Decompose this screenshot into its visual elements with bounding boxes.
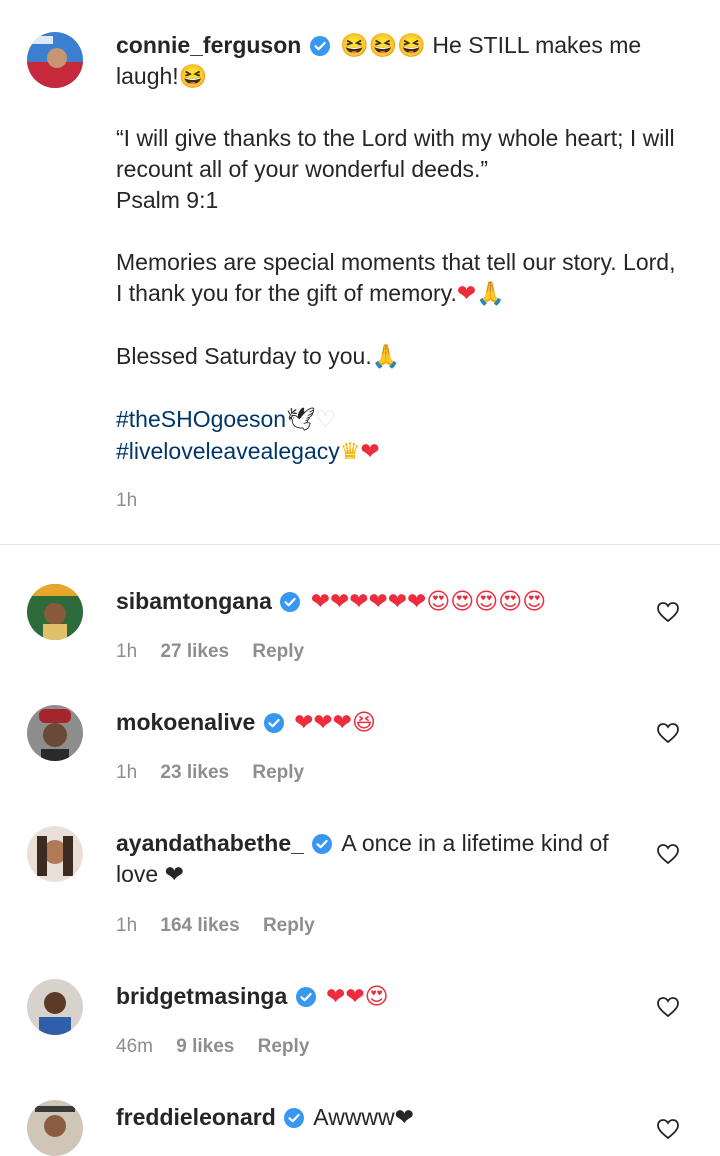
reply-button[interactable]: Reply (252, 641, 304, 662)
caption-memories: Memories are special moments that tell o… (116, 249, 676, 306)
comment-username[interactable]: ayandathabethe_ (116, 830, 304, 856)
comment-text: mokoenalive ❤❤❤😆 (116, 707, 636, 739)
avatar[interactable] (27, 979, 83, 1035)
comment-body: ❤❤❤😆 (294, 710, 376, 736)
comment-text: freddieleonard Awwww❤ (116, 1102, 636, 1133)
pray-emoji-icon: 🙏 (371, 344, 401, 370)
avatar[interactable] (27, 32, 83, 88)
like-heart-icon[interactable] (656, 600, 680, 624)
reply-button[interactable]: Reply (258, 1036, 310, 1057)
comment-username[interactable]: sibamtongana (116, 588, 272, 614)
post-username[interactable]: connie_ferguson (116, 32, 301, 58)
pray-emoji-icon: 🙏 (476, 281, 505, 307)
comment-body: Awwww❤ (313, 1104, 414, 1130)
caption-blessed: Blessed Saturday to you. (116, 343, 372, 369)
white-heart-emoji-icon: ♡ (315, 407, 336, 433)
reply-button[interactable]: Reply (252, 762, 304, 783)
comment-likes[interactable]: 23 likes (160, 762, 229, 783)
caption-quote: “I will give thanks to the Lord with my … (116, 125, 675, 182)
avatar[interactable] (27, 705, 83, 761)
comment-meta: 1h 23 likes Reply (116, 762, 322, 784)
post-meta: 1h (116, 490, 155, 512)
verified-badge-icon (284, 1108, 305, 1128)
verified-badge-icon (263, 713, 284, 733)
avatar[interactable] (27, 826, 83, 882)
dove-emoji-icon: 🕊 (286, 407, 316, 433)
comment-text: ayandathabethe_ A once in a lifetime kin… (116, 828, 636, 890)
like-heart-icon[interactable] (656, 721, 680, 745)
verified-badge-icon (309, 36, 330, 56)
like-heart-icon[interactable] (656, 842, 680, 866)
reply-button[interactable]: Reply (263, 915, 315, 936)
hashtag-link[interactable]: #liveloveleavealegacy (116, 438, 340, 464)
post-time: 1h (116, 490, 138, 511)
comment-text: bridgetmasinga ❤❤😍 (116, 981, 636, 1013)
crown-emoji-icon: ♛ (339, 439, 361, 465)
verified-badge-icon (312, 834, 333, 854)
comment-likes[interactable]: 164 likes (160, 915, 239, 936)
comment-username[interactable]: mokoenalive (116, 709, 255, 735)
avatar[interactable] (27, 584, 83, 640)
post-caption: connie_ferguson 😆😆😆 He STILL makes me la… (116, 30, 686, 468)
comment-body: ❤❤😍 (326, 984, 389, 1010)
comment-time: 1h (116, 762, 138, 783)
comment-meta: 1h 164 likes Reply (116, 915, 333, 937)
avatar[interactable] (27, 1100, 83, 1156)
heart-emoji-icon: ❤ (456, 281, 477, 307)
verified-badge-icon (280, 592, 301, 612)
comment-username[interactable]: freddieleonard (116, 1104, 276, 1130)
comment-time: 1h (116, 641, 138, 662)
heart-emoji-icon: ❤ (360, 439, 380, 465)
comment-time: 1h (116, 915, 138, 936)
like-heart-icon[interactable] (656, 1117, 680, 1141)
hashtag-link[interactable]: #theSHOgoeson (116, 406, 286, 432)
comment-meta: 46m 9 likes Reply (116, 1036, 327, 1058)
comment-likes[interactable]: 9 likes (176, 1036, 234, 1057)
comment-body: ❤❤❤❤❤❤😍😍😍😍😍 (310, 589, 547, 615)
comment-username[interactable]: bridgetmasinga (116, 983, 287, 1009)
comment-meta: 1h 27 likes Reply (116, 641, 322, 663)
comment-time: 46m (116, 1036, 153, 1057)
like-heart-icon[interactable] (656, 995, 680, 1019)
verified-badge-icon (295, 987, 316, 1007)
comment-likes[interactable]: 27 likes (160, 641, 229, 662)
caption-psalm: Psalm 9:1 (116, 187, 219, 213)
divider (0, 544, 720, 545)
comment-text: sibamtongana ❤❤❤❤❤❤😍😍😍😍😍 (116, 586, 636, 618)
